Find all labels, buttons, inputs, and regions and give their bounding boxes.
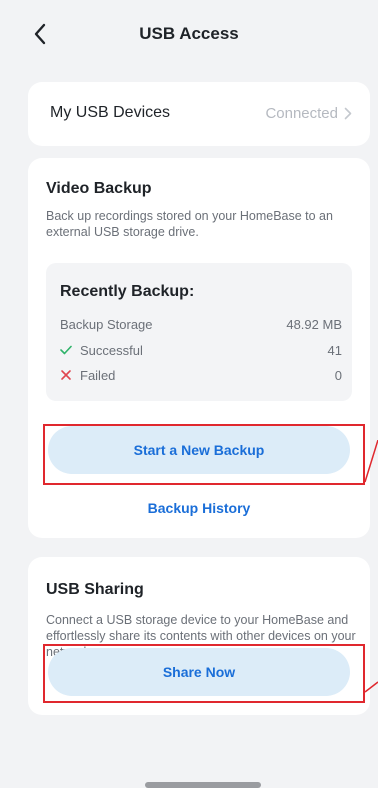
failed-row: Failed 0 <box>60 366 342 384</box>
my-usb-devices-label: My USB Devices <box>50 104 171 121</box>
cross-icon <box>61 370 71 380</box>
recent-backup-panel: Recently Backup: Backup Storage 48.92 MB… <box>46 263 352 401</box>
video-backup-card: Video Backup Back up recordings stored o… <box>28 158 370 538</box>
backup-storage-row: Backup Storage 48.92 MB <box>60 315 342 333</box>
my-usb-devices-row[interactable]: My USB Devices Connected <box>28 82 370 146</box>
recent-backup-title: Recently Backup: <box>60 283 195 300</box>
header-bar: USB Access <box>0 0 378 70</box>
backup-storage-label: Backup Storage <box>60 316 153 332</box>
start-new-backup-button[interactable]: Start a New Backup <box>48 426 350 474</box>
home-indicator <box>145 782 261 788</box>
successful-value: 41 <box>327 342 342 358</box>
video-backup-title: Video Backup <box>46 180 152 197</box>
chevron-right-icon <box>344 107 352 120</box>
successful-label: Successful <box>80 342 143 358</box>
page-title: USB Access <box>139 24 239 43</box>
usb-sharing-title: USB Sharing <box>46 581 144 598</box>
successful-row: Successful 41 <box>60 341 342 359</box>
devices-status: Connected <box>265 105 352 122</box>
failed-value: 0 <box>334 367 342 383</box>
failed-label: Failed <box>80 367 116 383</box>
share-now-button[interactable]: Share Now <box>48 648 350 696</box>
backup-history-link[interactable]: Backup History <box>28 500 370 516</box>
check-icon <box>60 345 72 355</box>
video-backup-description: Back up recordings stored on your HomeBa… <box>46 209 333 239</box>
devices-status-text: Connected <box>265 105 338 122</box>
backup-storage-value: 48.92 MB <box>286 316 342 332</box>
